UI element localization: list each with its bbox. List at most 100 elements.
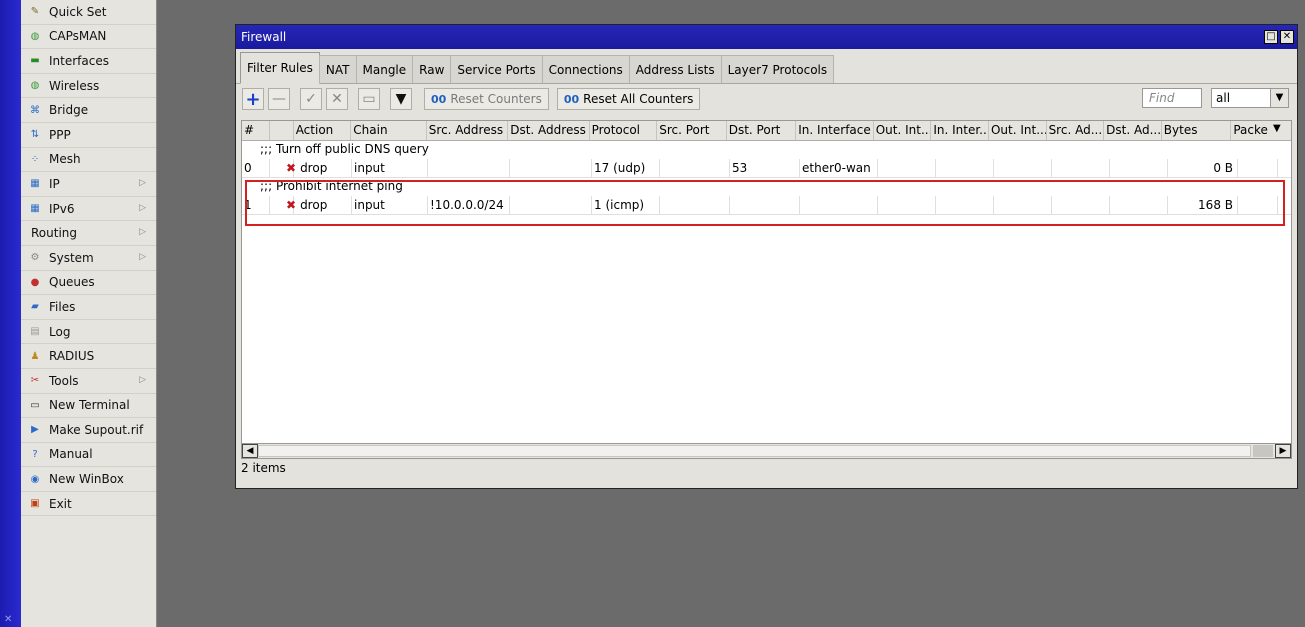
- find-scope-value: all: [1216, 91, 1231, 105]
- sidebar-item-queues[interactable]: ● Queues: [21, 271, 156, 296]
- sidebar-item-files[interactable]: ▰ Files: [21, 295, 156, 320]
- sidebar-item-ipv6[interactable]: ▦ IPv6 ▷: [21, 197, 156, 222]
- sidebar-item-label: Bridge: [49, 103, 89, 118]
- sidebar-item-radius[interactable]: ♟ RADIUS: [21, 344, 156, 369]
- table-cell: [1110, 196, 1168, 214]
- sidebar-item-manual[interactable]: ? Manual: [21, 443, 156, 468]
- queues-icon: ●: [30, 276, 40, 288]
- table-cell: 1: [242, 196, 270, 214]
- table-row[interactable]: 0 ✖ drop input 17 (udp) 53 ether0-wan 0 B: [242, 159, 1291, 178]
- column-header[interactable]: In. Interface: [796, 121, 874, 140]
- sidebar-item-make-supout-rif[interactable]: ▶ Make Supout.rif: [21, 418, 156, 443]
- sidebar-item-system[interactable]: ⚙ System ▷: [21, 246, 156, 271]
- horizontal-scrollbar[interactable]: ◀ ▶: [241, 443, 1292, 459]
- table-cell: [428, 159, 510, 177]
- scroll-right-icon[interactable]: ▶: [1275, 444, 1291, 458]
- sidebar-item-bridge[interactable]: ⌘ Bridge: [21, 98, 156, 123]
- tab-mangle[interactable]: Mangle: [355, 55, 414, 83]
- column-header[interactable]: Bytes: [1162, 121, 1232, 140]
- tab-filter-rules[interactable]: Filter Rules: [240, 52, 320, 84]
- reset-counters-button[interactable]: 00 Reset Counters: [424, 88, 549, 110]
- winbox-icon: ◉: [30, 473, 40, 485]
- supout-icon: ▶: [31, 424, 39, 436]
- sidebar-item-label: RADIUS: [49, 349, 95, 364]
- tab-address-lists[interactable]: Address Lists: [628, 55, 722, 83]
- minus-icon: —: [272, 91, 286, 107]
- comment-button[interactable]: ▭: [358, 88, 380, 110]
- sidebar-item-label: Queues: [49, 275, 95, 290]
- column-header[interactable]: Src. Ad...: [1047, 121, 1105, 140]
- column-header[interactable]: [270, 121, 294, 140]
- tab-service-ports[interactable]: Service Ports: [450, 55, 543, 83]
- remove-rule-button[interactable]: —: [268, 88, 290, 110]
- column-header[interactable]: Out. Int...: [989, 121, 1047, 140]
- window-titlebar[interactable]: Firewall □ ✕: [236, 25, 1297, 49]
- firewall-window: Firewall □ ✕ Filter Rules NAT Mangle Raw Ser…: [235, 24, 1298, 489]
- disable-rule-button[interactable]: ✕: [326, 88, 348, 110]
- scroll-left-icon[interactable]: ◀: [242, 444, 258, 458]
- reset-all-counters-button[interactable]: 00 Reset All Counters: [556, 88, 701, 110]
- submenu-arrow-icon: ▷: [139, 227, 146, 238]
- find-input[interactable]: Find: [1142, 88, 1202, 108]
- column-header[interactable]: Action: [294, 121, 352, 140]
- sidebar-item-wireless[interactable]: ◍ Wireless: [21, 74, 156, 99]
- column-header[interactable]: Packe: [1231, 121, 1271, 140]
- column-header[interactable]: Dst. Ad...: [1104, 121, 1162, 140]
- drop-icon: ✖: [286, 161, 297, 175]
- column-header[interactable]: In. Inter...: [931, 121, 989, 140]
- sidebar-item-new-winbox[interactable]: ◉ New WinBox: [21, 467, 156, 492]
- dropdown-arrow-icon[interactable]: ▼: [1270, 89, 1288, 107]
- table-cell: 1 (icmp): [592, 196, 660, 214]
- sidebar-item-log[interactable]: ▤ Log: [21, 320, 156, 345]
- close-button[interactable]: ✕: [1280, 30, 1294, 44]
- rule-comment[interactable]: ;;; Prohibit internet ping: [242, 178, 1291, 196]
- table-row[interactable]: 1 ✖ drop input !10.0.0.0/24 1 (icmp) 168 B: [242, 196, 1291, 215]
- manual-icon: ?: [32, 448, 38, 460]
- sidebar-item-exit[interactable]: ▣ Exit: [21, 492, 156, 517]
- sidebar-item-capsman[interactable]: ◍ CAPsMAN: [21, 25, 156, 50]
- column-header[interactable]: Dst. Address: [508, 121, 590, 140]
- sidebar-item-mesh[interactable]: ⁘ Mesh: [21, 148, 156, 173]
- action-cell: ✖ drop: [280, 196, 352, 214]
- column-menu-icon[interactable]: ▼: [1271, 121, 1291, 140]
- column-header[interactable]: Src. Address: [427, 121, 509, 140]
- sidebar-item-label: Mesh: [49, 152, 81, 167]
- table-cell: 168 B: [1168, 196, 1238, 214]
- column-header[interactable]: Out. Int...: [874, 121, 932, 140]
- maximize-button[interactable]: □: [1264, 30, 1278, 44]
- window-title: Firewall: [241, 30, 287, 44]
- table-cell: [1238, 196, 1278, 214]
- column-header[interactable]: Protocol: [590, 121, 658, 140]
- add-rule-button[interactable]: +: [242, 88, 264, 110]
- column-header[interactable]: Chain: [351, 121, 427, 140]
- tab-connections[interactable]: Connections: [541, 55, 630, 83]
- column-header[interactable]: Dst. Port: [727, 121, 797, 140]
- scroll-thumb[interactable]: [258, 445, 1251, 457]
- bridge-icon: ⌘: [30, 104, 40, 116]
- rule-toolbar: + — ✓ ✕ ▭ ▼ 00 Reset Counters 00 Reset All…: [236, 84, 1297, 114]
- sidebar-item-interfaces[interactable]: ▬ Interfaces: [21, 49, 156, 74]
- table-cell: [1110, 159, 1168, 177]
- find-scope-select[interactable]: all ▼: [1211, 88, 1289, 108]
- rule-comment[interactable]: ;;; Turn off public DNS query: [242, 141, 1291, 159]
- sidebar-item-ppp[interactable]: ⇅ PPP: [21, 123, 156, 148]
- submenu-arrow-icon: ▷: [139, 374, 146, 385]
- sidebar-item-tools[interactable]: ✂ Tools ▷: [21, 369, 156, 394]
- sidebar-item-label: Interfaces: [49, 53, 109, 68]
- sidebar-item-quick-set[interactable]: ✎ Quick Set: [21, 0, 156, 25]
- tab-layer7-protocols[interactable]: Layer7 Protocols: [720, 55, 835, 83]
- sidebar-item-ip[interactable]: ▦ IP ▷: [21, 172, 156, 197]
- sidebar-item-new-terminal[interactable]: ▭ New Terminal: [21, 394, 156, 419]
- scroll-track: [1253, 445, 1273, 457]
- filter-button[interactable]: ▼: [390, 88, 412, 110]
- column-header[interactable]: #: [242, 121, 270, 140]
- ip-icon: ▦: [30, 178, 40, 190]
- sidebar-item-routing[interactable]: Routing ▷: [21, 221, 156, 246]
- ppp-icon: ⇅: [30, 129, 40, 141]
- enable-rule-button[interactable]: ✓: [300, 88, 322, 110]
- table-cell: [660, 196, 730, 214]
- tab-raw[interactable]: Raw: [412, 55, 452, 83]
- column-header[interactable]: Src. Port: [657, 121, 727, 140]
- tab-nat[interactable]: NAT: [318, 55, 357, 83]
- submenu-arrow-icon: ▷: [139, 178, 146, 189]
